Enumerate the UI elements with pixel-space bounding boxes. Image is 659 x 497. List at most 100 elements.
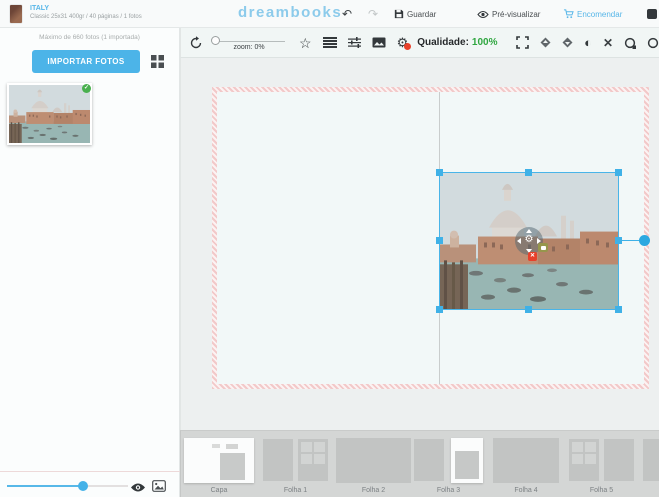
top-bar: ITALY Classic 25x31 400gr / 40 páginas /… — [0, 0, 659, 28]
page-thumb-folha3-right[interactable] — [451, 438, 483, 483]
arrow-down-diamond-icon — [562, 37, 573, 48]
preview-label: Pré-visualizar — [492, 10, 540, 19]
thumbnail-size-slider[interactable] — [7, 485, 128, 487]
layout-grid-cells — [572, 442, 596, 464]
undo-icon: ↶ — [342, 7, 352, 21]
selection-handle-nw[interactable] — [436, 169, 443, 176]
page-thumb-folha4[interactable] — [493, 438, 559, 483]
thumbnail-size-slider-fill — [7, 485, 83, 487]
order-label: Encomendar — [577, 10, 622, 19]
project-cover-thumbnail[interactable] — [10, 5, 22, 23]
page-label-folha5[interactable]: Folha 5 — [569, 487, 634, 494]
page-thumb-folha5-left[interactable] — [569, 439, 599, 481]
page-thumb-folha5-right[interactable] — [604, 439, 634, 481]
delete-x-icon: ✕ — [603, 37, 613, 49]
venice-photo-thumb — [9, 85, 90, 143]
preview-button[interactable]: Pré-visualizar — [477, 0, 540, 28]
page-label-folha3[interactable]: Folha 3 — [414, 487, 483, 494]
redo-button[interactable]: ↷ — [368, 0, 378, 28]
photo-filter-button[interactable] — [152, 479, 166, 497]
fit-photo-button[interactable] — [516, 36, 529, 49]
grid-view-button[interactable] — [151, 55, 164, 73]
quality-value: 100% — [472, 37, 498, 48]
photo-warning-badge[interactable]: ✕ — [528, 252, 537, 261]
eye-filled-icon — [130, 482, 146, 493]
selection-handle-n[interactable] — [525, 169, 532, 176]
photo-placeholder — [455, 451, 479, 479]
selection-handle-s[interactable] — [525, 306, 532, 313]
grid-view-icon — [151, 55, 164, 68]
contrast-icon: ◐ — [584, 36, 592, 49]
layout-grid-cells — [301, 442, 325, 464]
project-info: ITALY Classic 25x31 400gr / 40 páginas /… — [30, 4, 142, 22]
send-backward-button[interactable] — [562, 37, 573, 48]
sidebar-divider — [0, 471, 180, 472]
more-menu-button[interactable] — [647, 0, 657, 28]
pan-up-icon[interactable] — [526, 229, 532, 233]
page-thumb-folha2[interactable] — [336, 438, 411, 483]
bring-forward-button[interactable] — [540, 37, 551, 48]
order-button[interactable]: Encomendar — [563, 0, 622, 28]
page-label-folha4[interactable]: Folha 4 — [493, 487, 559, 494]
photobook-editor-window: ITALY Classic 25x31 400gr / 40 páginas /… — [0, 0, 659, 497]
resize-knob[interactable] — [639, 235, 650, 246]
camera-glyph — [541, 246, 546, 250]
save-label: Guardar — [407, 10, 436, 19]
page-label-folha2[interactable]: Folha 2 — [336, 487, 411, 494]
floppy-icon — [394, 9, 404, 19]
page-thumb-folha1-right[interactable] — [298, 439, 328, 481]
pages-filmstrip: Capa Folha 1 Folha 2 Folha 3 Folha 4 Fol… — [180, 430, 659, 497]
dreambooks-logo: dreambooks — [238, 4, 342, 21]
editor-canvas[interactable]: ⚙ ✕ — [180, 58, 659, 430]
project-specs: Classic 25x31 400gr / 40 páginas / 1 fot… — [30, 13, 142, 21]
selection-handle-w[interactable] — [436, 237, 443, 244]
import-photos-button[interactable]: IMPORTAR FOTOS — [32, 50, 140, 73]
photo-used-badge: ✓ — [82, 84, 91, 93]
rotate-spread-button[interactable] — [189, 36, 203, 50]
extra-tool-icon — [647, 37, 659, 49]
adjustments-button[interactable] — [348, 37, 361, 48]
zoom-slider-track[interactable] — [213, 41, 285, 42]
selection-handle-se[interactable] — [615, 306, 622, 313]
hide-used-photos-button[interactable] — [130, 480, 146, 497]
quality-label: Qualidade: — [417, 37, 469, 48]
thumbnail-size-slider-knob[interactable] — [78, 481, 88, 491]
more-menu-icon — [647, 9, 657, 19]
selected-photo-frame[interactable]: ⚙ ✕ — [439, 172, 619, 310]
extra-tool-button[interactable] — [647, 37, 659, 49]
crop-button[interactable] — [624, 37, 636, 49]
page-thumb-partial[interactable] — [643, 439, 659, 481]
cover-text-mark — [226, 444, 238, 449]
photos-sidebar: Máximo de 660 fotos (1 importada) IMPORT… — [0, 28, 180, 497]
undo-button[interactable]: ↶ — [342, 0, 352, 28]
sidebar-photo-thumbnail[interactable]: ✓ — [7, 83, 92, 145]
selection-handle-e[interactable] — [615, 237, 622, 244]
crop-icon — [624, 37, 636, 49]
tune-sliders-icon — [348, 37, 361, 48]
cart-icon — [563, 9, 574, 19]
page-label-folha1[interactable]: Folha 1 — [263, 487, 328, 494]
page-thumb-folha3-left[interactable] — [414, 439, 444, 481]
selection-handle-ne[interactable] — [615, 169, 622, 176]
zoom-level-label: zoom: 0% — [209, 44, 289, 51]
photo-camera-badge[interactable] — [538, 243, 548, 252]
resize-extension-line — [622, 240, 639, 241]
eye-icon — [477, 10, 489, 19]
editor-toolbar: zoom: 0% ☆ ⚙ Qualidade:100% — [180, 28, 659, 58]
page-thumb-folha1-left[interactable] — [263, 439, 293, 481]
arrow-up-diamond-icon — [540, 37, 551, 48]
selection-handle-sw[interactable] — [436, 306, 443, 313]
layouts-button[interactable] — [323, 37, 337, 48]
contrast-button[interactable]: ◐ — [584, 36, 592, 49]
page-label-capa[interactable]: Capa — [184, 487, 254, 494]
backgrounds-button[interactable] — [372, 37, 386, 48]
remove-photo-button[interactable]: ✕ — [603, 37, 613, 49]
save-button[interactable]: Guardar — [394, 0, 436, 28]
photo-tools: ◐ ✕ — [506, 36, 659, 49]
page-thumb-capa[interactable] — [184, 438, 254, 483]
favorites-button[interactable]: ☆ — [299, 36, 312, 50]
project-title: ITALY — [30, 4, 142, 13]
star-icon: ☆ — [299, 36, 312, 50]
settings-button[interactable]: ⚙ — [397, 36, 409, 49]
notification-dot — [404, 43, 411, 50]
